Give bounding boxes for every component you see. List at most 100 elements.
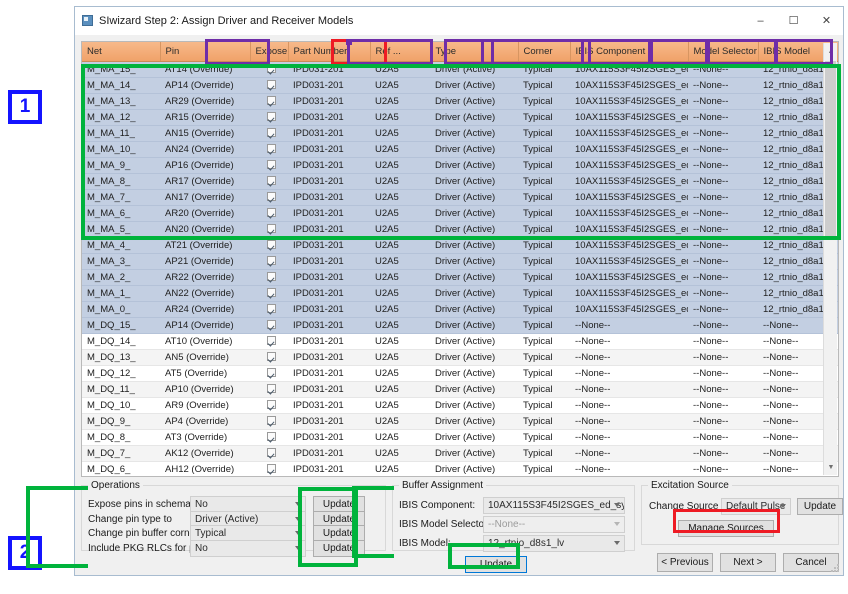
scroll-up-icon[interactable]: ▲: [824, 43, 838, 59]
cell-model_selector[interactable]: --None--: [688, 381, 758, 398]
cell-ibis_component[interactable]: 10AX115S3F45I2SGES_ed...: [570, 109, 688, 126]
table-row[interactable]: M_MA_15_ AT14 (Override) IPD031-201 U2A5 Dri…: [82, 61, 838, 78]
cell-corner[interactable]: Typical: [518, 141, 570, 158]
cell-part_number[interactable]: IPD031-201: [288, 317, 370, 334]
cell-ref[interactable]: U2A5: [370, 445, 430, 462]
cell-model_selector[interactable]: --None--: [688, 413, 758, 430]
cell-ref[interactable]: U2A5: [370, 109, 430, 126]
cell-expose[interactable]: [250, 77, 288, 94]
column-header-corner[interactable]: Corner: [518, 42, 571, 62]
cell-type[interactable]: Driver (Active): [430, 253, 518, 270]
cell-excitation_source[interactable]: PRBS9: [838, 286, 839, 302]
cell-type[interactable]: Driver (Active): [430, 157, 518, 174]
cell-type[interactable]: Driver (Active): [430, 141, 518, 158]
table-row[interactable]: M_MA_11_ AN15 (Override) IPD031-201 U2A5 Dri…: [82, 125, 839, 142]
cell-net[interactable]: M_MA_12_: [82, 109, 160, 126]
ibis-component-select[interactable]: 10AX115S3F45I2SGES_ed_synth: [483, 497, 625, 514]
cell-ref[interactable]: U2A5: [370, 429, 430, 446]
table-row[interactable]: M_DQ_13_ AN5 (Override) IPD031-201 U2A5 Driv…: [82, 349, 838, 366]
table-row[interactable]: M_DQ_15_ AP14 (Override) IPD031-201 U2A5 Dri…: [82, 317, 838, 334]
cell-type[interactable]: Driver (Active): [430, 333, 518, 350]
cell-corner[interactable]: Typical: [518, 157, 570, 174]
cell-model_selector[interactable]: --None--: [688, 157, 758, 174]
cell-excitation_source[interactable]: PRBS9: [838, 302, 839, 318]
cell-type[interactable]: Driver (Active): [430, 189, 518, 206]
cell-corner[interactable]: Typical: [518, 205, 570, 222]
scroll-down-icon[interactable]: ▼: [824, 459, 838, 475]
buffer-assignment-update-button[interactable]: Update: [465, 556, 527, 573]
cell-expose[interactable]: [250, 205, 288, 222]
cell-pin[interactable]: AR24 (Override): [160, 301, 250, 318]
table-row[interactable]: M_MA_10_ AN24 (Override) IPD031-201 U2A5 Dri…: [82, 141, 838, 158]
cell-pin[interactable]: AR29 (Override): [160, 93, 250, 110]
cell-net[interactable]: M_DQ_15_: [82, 317, 160, 334]
cell-type[interactable]: Driver (Active): [430, 413, 518, 430]
table-row[interactable]: M_MA_4_ AT21 (Override) IPD031-201 U2A5 Driv…: [82, 237, 839, 254]
cell-ref[interactable]: U2A5: [370, 125, 430, 142]
cell-ref[interactable]: U2A5: [370, 157, 430, 174]
cell-pin[interactable]: AN20 (Override): [160, 221, 250, 238]
cell-net[interactable]: M_MA_8_: [82, 173, 160, 190]
cell-pin[interactable]: AT10 (Override): [160, 333, 250, 350]
cell-excitation_source[interactable]: PRBS9: [838, 126, 839, 142]
cell-expose[interactable]: [250, 61, 288, 78]
cell-ibis_component[interactable]: --None--: [570, 461, 688, 476]
cell-ibis_component[interactable]: 10AX115S3F45I2SGES_ed...: [570, 189, 688, 206]
previous-button[interactable]: < Previous: [657, 553, 713, 572]
table-row[interactable]: M_MA_12_ AR15 (Override) IPD031-201 U2A5 Dri…: [82, 109, 838, 126]
cell-corner[interactable]: Typical: [518, 269, 570, 286]
cell-ibis_component[interactable]: 10AX115S3F45I2SGES_ed...: [570, 77, 688, 94]
cell-excitation_source[interactable]: PRBS9: [838, 398, 839, 414]
cell-net[interactable]: M_MA_7_: [82, 189, 160, 206]
cell-net[interactable]: M_DQ_6_: [82, 461, 160, 476]
cell-pin[interactable]: AR20 (Override): [160, 205, 250, 222]
cell-ibis_component[interactable]: --None--: [570, 349, 688, 366]
cell-corner[interactable]: Typical: [518, 109, 570, 126]
cell-part_number[interactable]: IPD031-201: [288, 349, 370, 366]
cell-ref[interactable]: U2A5: [370, 413, 430, 430]
cell-net[interactable]: M_MA_10_: [82, 141, 160, 158]
cell-ref[interactable]: U2A5: [370, 365, 430, 382]
cell-corner[interactable]: Typical: [518, 61, 570, 78]
cell-corner[interactable]: Typical: [518, 237, 570, 254]
cell-part_number[interactable]: IPD031-201: [288, 397, 370, 414]
expose-checkbox[interactable]: [267, 192, 276, 201]
maximize-button[interactable]: ☐: [777, 7, 810, 34]
cell-type[interactable]: Driver (Active): [430, 365, 518, 382]
cell-pin[interactable]: AP21 (Override): [160, 253, 250, 270]
cell-model_selector[interactable]: --None--: [688, 237, 758, 254]
table-row[interactable]: M_DQ_12_ AT5 (Override) IPD031-201 U2A5 Driv…: [82, 365, 839, 382]
cell-ref[interactable]: U2A5: [370, 333, 430, 350]
cell-type[interactable]: Driver (Active): [430, 221, 518, 238]
cell-expose[interactable]: [250, 333, 288, 350]
cell-ref[interactable]: U2A5: [370, 397, 430, 414]
cell-expose[interactable]: [250, 93, 288, 110]
expose-checkbox[interactable]: [267, 224, 276, 233]
cell-type[interactable]: Driver (Active): [430, 205, 518, 222]
cell-pin[interactable]: AN15 (Override): [160, 125, 250, 142]
cell-type[interactable]: Driver (Active): [430, 125, 518, 142]
cell-excitation_source[interactable]: PRBS9: [838, 254, 839, 270]
cell-model_selector[interactable]: --None--: [688, 77, 758, 94]
cell-model_selector[interactable]: --None--: [688, 109, 758, 126]
cell-excitation_source[interactable]: PRBS9: [838, 238, 839, 254]
cell-part_number[interactable]: IPD031-201: [288, 77, 370, 94]
cell-expose[interactable]: [250, 285, 288, 302]
cell-excitation_source[interactable]: PRBS9: [838, 462, 839, 478]
cell-expose[interactable]: [250, 221, 288, 238]
cell-pin[interactable]: AP10 (Override): [160, 381, 250, 398]
cell-part_number[interactable]: IPD031-201: [288, 301, 370, 318]
expose-checkbox[interactable]: [267, 272, 276, 281]
scrollbar-thumb[interactable]: [825, 61, 836, 239]
cell-ibis_component[interactable]: 10AX115S3F45I2SGES_ed...: [570, 141, 688, 158]
column-header-model_selector[interactable]: Model Selector: [688, 42, 759, 62]
cell-excitation_source[interactable]: PRBS9: [838, 366, 839, 382]
expose-checkbox[interactable]: [267, 80, 276, 89]
cell-type[interactable]: Driver (Active): [430, 317, 518, 334]
cell-excitation_source[interactable]: PRBS9: [838, 430, 839, 446]
cell-pin[interactable]: AT3 (Override): [160, 429, 250, 446]
manage-sources-button[interactable]: Manage Sources: [678, 520, 774, 537]
expose-checkbox[interactable]: [267, 288, 276, 297]
cell-pin[interactable]: AK12 (Override): [160, 445, 250, 462]
cell-ref[interactable]: U2A5: [370, 381, 430, 398]
